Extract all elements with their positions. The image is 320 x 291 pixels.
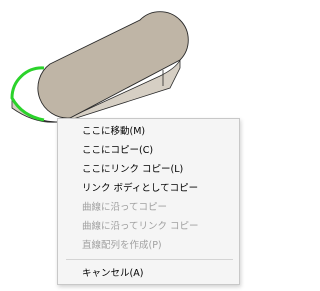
- menu-item-link-copy-here[interactable]: ここにリンク コピー(L): [58, 160, 239, 179]
- menu-item-link-copy-along-curve: 曲線に沿ってリンク コピー: [82, 221, 199, 232]
- menu-item-copy-as-link-body[interactable]: リンク ボディとしてコピー: [58, 179, 239, 198]
- menu-item-move-here[interactable]: ここに移動(M): [58, 122, 239, 141]
- context-menu: ここに移動(M) ここにコピー(C) ここにリンク コピー(L) リンク ボディ…: [57, 118, 240, 285]
- 3d-viewport[interactable]: ここに移動(M) ここにコピー(C) ここにリンク コピー(L) リンク ボディ…: [0, 0, 243, 291]
- menu-item-create-linear-pattern: 直線配列を作成(P): [82, 240, 162, 251]
- menu-item-copy-here[interactable]: ここにコピー(C): [58, 141, 239, 160]
- menu-item-cancel[interactable]: キャンセル(A): [58, 264, 239, 283]
- menu-separator: [66, 259, 233, 260]
- menu-item-copy-along-curve: 曲線に沿ってコピー: [82, 202, 168, 213]
